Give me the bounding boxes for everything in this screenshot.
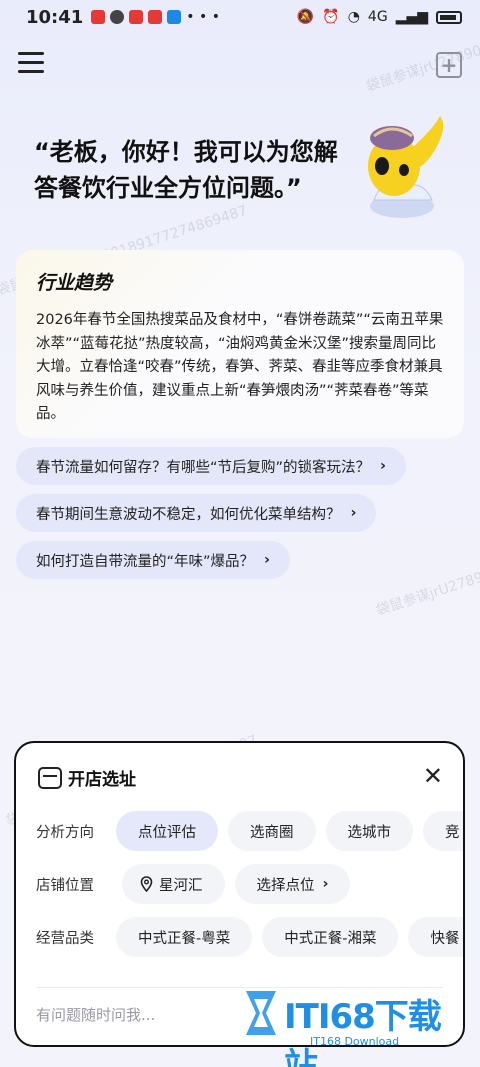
battery-icon	[436, 10, 462, 24]
chip-category-hunan[interactable]: 中式正餐-湘菜	[262, 917, 399, 957]
store-icon	[38, 766, 62, 789]
row-label: 经营品类	[36, 930, 94, 947]
store-location-row: 店铺位置 星河汇 选择点位 ›	[16, 864, 463, 904]
chevron-right-icon: ›	[380, 458, 387, 474]
chevron-right-icon: ›	[350, 505, 357, 521]
chip-category-fastfood[interactable]: 快餐	[408, 917, 463, 957]
chip-location[interactable]: 星河汇	[122, 864, 225, 904]
trend-title: 行业趋势	[36, 272, 113, 294]
chip-group: 中式正餐-粤菜 中式正餐-湘菜 快餐	[116, 917, 463, 957]
chevron-right-icon: ›	[264, 552, 271, 568]
mascot-illustration	[368, 116, 444, 218]
chip-category-cantonese[interactable]: 中式正餐-粤菜	[116, 917, 253, 957]
location-name: 星河汇	[159, 877, 203, 894]
suggestion-text: 春节期间生意波动不稳定，如何优化菜单结构？	[36, 506, 341, 523]
industry-trend-card: 行业趋势 2026年春节全国热搜菜品及食材中，“春饼卷蔬菜”“云南丑苹果冰萃”“…	[16, 250, 464, 438]
chip-group: 星河汇 选择点位 ›	[122, 864, 351, 904]
analysis-direction-row: 分析方向 点位评估 选商圈 选城市 竞	[16, 811, 463, 851]
menu-icon-line	[18, 52, 44, 55]
suggestion-text: 春节流量如何留存？有哪些“节后复购”的锁客玩法？	[36, 459, 371, 476]
logo-subtext: IT168 Download	[310, 1035, 400, 1048]
suggestion-chip[interactable]: 如何打造自带流量的“年味”爆品？ ›	[16, 541, 291, 579]
more-notifications-icon: • • •	[186, 9, 220, 25]
logo-text: ITI68下载站	[284, 997, 442, 1067]
system-icons: 🔕 ⏰ ◔ 4G ▂▄▆	[297, 9, 462, 25]
menu-icon-line	[18, 70, 44, 73]
chip-point-evaluation[interactable]: 点位评估	[116, 811, 218, 851]
row-label: 分析方向	[36, 824, 94, 841]
chevron-right-icon: ›	[322, 876, 329, 892]
news-notification-icon	[129, 10, 144, 24]
tool-notification-icon	[167, 10, 182, 24]
chip-competitor[interactable]: 竞	[423, 811, 463, 851]
location-pin-icon	[140, 876, 153, 892]
trend-body: 2026年春节全国热搜菜品及食材中，“春饼卷蔬菜”“云南丑苹果冰萃”“蓝莓花挞”…	[36, 312, 444, 422]
panel-header: 开店选址	[38, 765, 136, 790]
menu-icon-line	[18, 61, 44, 64]
wifi-icon: ◔	[347, 9, 360, 25]
site-logo: ITI68下载站 IT168 Download	[236, 983, 468, 1067]
status-bar: 10:41 • • • 🔕 ⏰ ◔ 4G ▂▄▆	[0, 0, 480, 34]
mute-icon: 🔕	[296, 9, 315, 25]
watermark-text: 袋鼠参谋jrU278900189177274869487	[374, 522, 480, 620]
suggestion-chip[interactable]: 春节期间生意波动不稳定，如何优化菜单结构？ ›	[16, 494, 377, 532]
signal-icon: ▂▄▆	[395, 9, 428, 25]
close-button[interactable]: ✕	[423, 764, 443, 788]
chip-select-point[interactable]: 选择点位 ›	[234, 864, 351, 904]
select-point-label: 选择点位	[256, 877, 315, 894]
row-label: 店铺位置	[36, 877, 94, 894]
app-notification-icon	[91, 10, 106, 24]
status-time: 10:41	[26, 6, 84, 28]
chip-select-city[interactable]: 选城市	[325, 811, 413, 851]
alarm-icon: ⏰	[322, 9, 340, 25]
business-category-row: 经营品类 中式正餐-粤菜 中式正餐-湘菜 快餐	[16, 917, 463, 957]
new-chat-button[interactable]: +	[436, 52, 462, 78]
message-notification-icon	[110, 10, 125, 24]
add-chat-icon: +	[440, 53, 458, 77]
logo-mark-icon	[246, 991, 276, 1035]
network-type: 4G	[367, 9, 388, 25]
shop-notification-icon	[148, 10, 163, 24]
panel-title: 开店选址	[68, 770, 136, 790]
suggestion-text: 如何打造自带流量的“年味”爆品？	[36, 553, 255, 570]
chip-group: 点位评估 选商圈 选城市 竞	[116, 811, 463, 851]
greeting-text: “老板，你好！我可以为您解答餐饮行业全方位问题。”	[34, 138, 338, 202]
chip-select-district[interactable]: 选商圈	[228, 811, 316, 851]
suggestion-chip[interactable]: 春节流量如何留存？有哪些“节后复购”的锁客玩法？ ›	[16, 447, 407, 485]
menu-button[interactable]	[18, 52, 44, 74]
notification-icons: • • •	[91, 9, 220, 25]
